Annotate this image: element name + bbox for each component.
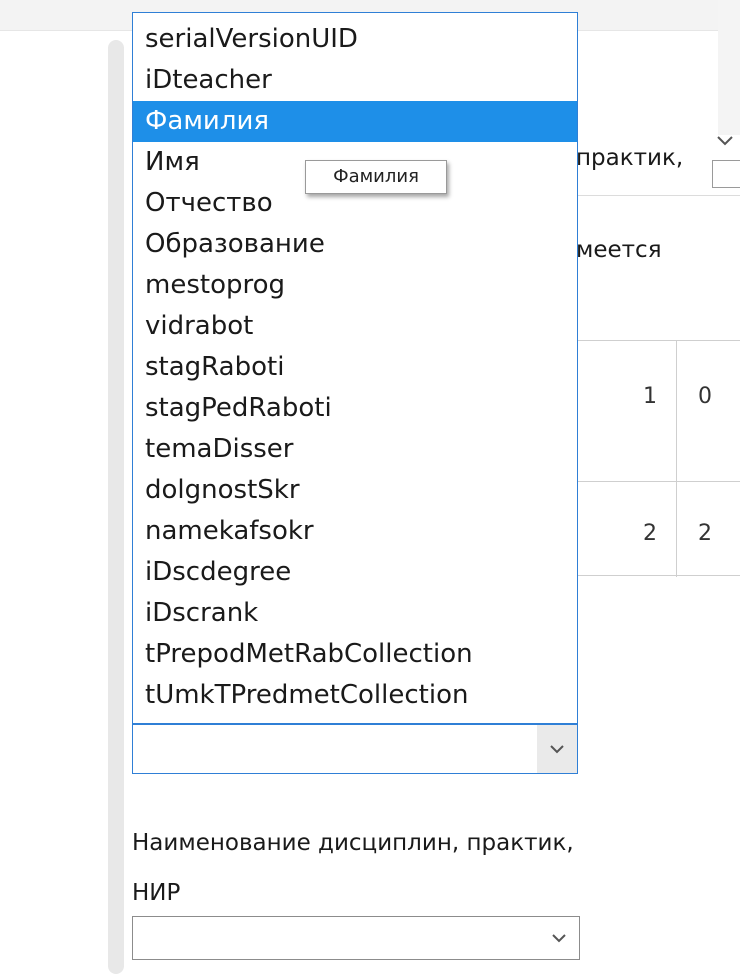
teacher-select[interactable] xyxy=(132,724,578,774)
dropdown-option[interactable]: mestoprog xyxy=(133,265,577,306)
background-table: 1 0 2 2 xyxy=(576,340,740,577)
dropdown-option[interactable]: Фамилия xyxy=(133,101,577,142)
section-divider xyxy=(576,195,740,196)
dropdown-option[interactable]: vidrabot xyxy=(133,306,577,347)
dropdown-option[interactable]: tPrepodMetRabCollection xyxy=(133,634,577,675)
chevron-down-icon xyxy=(715,132,737,152)
dropdown-option[interactable]: stagRaboti xyxy=(133,347,577,388)
dropdown-option[interactable]: stagPedRaboti xyxy=(133,388,577,429)
table-cell: 0 xyxy=(698,384,712,409)
dropdown-option[interactable]: namekafsokr xyxy=(133,511,577,552)
vertical-scrollbar[interactable] xyxy=(108,40,124,974)
dropdown-option[interactable]: iDteacher xyxy=(133,60,577,101)
discipline-field-label: Наименование дисциплин, практик, xyxy=(132,830,574,856)
item-tooltip: Фамилия xyxy=(305,160,447,194)
teacher-dropdown-list[interactable]: serialVersionUID iDteacher Фамилия Имя Отчес… xyxy=(132,12,578,724)
table-cell: 2 xyxy=(643,521,657,546)
table-row-divider xyxy=(576,481,740,482)
table-cell: 1 xyxy=(643,384,657,409)
dropdown-option[interactable]: serialVersionUID xyxy=(133,19,577,60)
screenshot-stage: практик, меется 1 0 2 2 serialVersionUID… xyxy=(0,0,740,974)
dropdown-option[interactable]: tUmkTPredmetCollection xyxy=(133,675,577,716)
dropdown-option[interactable]: iDscdegree xyxy=(133,552,577,593)
background-text: меется xyxy=(576,237,662,263)
chevron-down-icon xyxy=(537,725,577,773)
table-column-divider xyxy=(676,341,677,577)
dropdown-option[interactable]: iDscrank xyxy=(133,593,577,634)
background-select[interactable] xyxy=(712,160,740,188)
right-panel-edge xyxy=(718,0,740,135)
background-field-label: практик, xyxy=(576,145,684,171)
dropdown-option[interactable]: dolgnostSkr xyxy=(133,470,577,511)
discipline-select[interactable] xyxy=(132,916,580,960)
dropdown-option[interactable]: temaDisser xyxy=(133,429,577,470)
table-cell: 2 xyxy=(698,521,712,546)
chevron-down-icon xyxy=(539,917,579,959)
dropdown-option[interactable]: Образование xyxy=(133,224,577,265)
discipline-field-label-2: НИР xyxy=(132,880,181,906)
